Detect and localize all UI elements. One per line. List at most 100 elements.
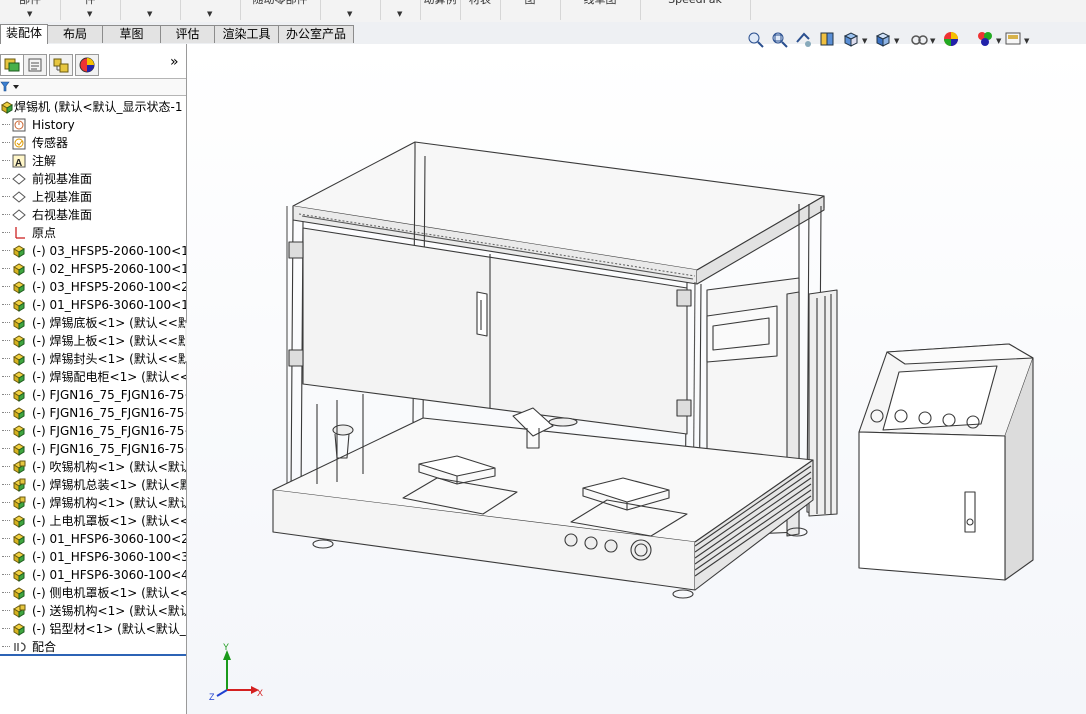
tree-item-label: (-) 焊锡底板<1> (默认<<默 — [32, 316, 186, 330]
tree-item-label: (-) 焊锡机构<1> (默认<默认 — [32, 496, 186, 510]
expand-panel-button[interactable]: » — [170, 54, 179, 70]
tree-item-label: 原点 — [32, 226, 57, 240]
tree-item[interactable]: (-) 吹锡机构<1> (默认<默认 — [0, 458, 186, 476]
chevron-down-icon[interactable]: ▼ — [397, 10, 402, 18]
panel-tabs: » — [0, 52, 186, 76]
panel-divider — [0, 654, 186, 656]
tree-item[interactable]: (-) 01_HFSP6-3060-100<3> — [0, 548, 186, 566]
tree-item[interactable]: (-) 侧电机罩板<1> (默认<< — [0, 584, 186, 602]
tree-item[interactable]: (-) 02_HFSP5-2060-100<1> — [0, 260, 186, 278]
tab-4[interactable]: 渲染工具 — [214, 25, 279, 43]
tree-item-label: (-) 01_HFSP6-3060-100<3> — [32, 550, 186, 564]
tree-item-label: 右视基准面 — [32, 208, 93, 222]
history-icon — [12, 118, 26, 132]
tree-item[interactable]: 传感器 — [0, 134, 186, 152]
tree-item-label: (-) FJGN16_75_FJGN16-75< — [32, 388, 186, 402]
ribbon-item-3[interactable]: ▼ — [180, 0, 241, 20]
tree-item[interactable]: (-) 焊锡配电柜<1> (默认<< — [0, 368, 186, 386]
plane-icon — [12, 173, 26, 185]
annotation-icon: A — [12, 154, 26, 168]
ribbon-item-6[interactable]: ▼ — [380, 0, 421, 20]
tree-item[interactable]: (-) 焊锡机构<1> (默认<默认 — [0, 494, 186, 512]
tree-item[interactable]: 原点 — [0, 224, 186, 242]
tree-item-label: (-) 焊锡机总装<1> (默认<默 — [32, 478, 186, 492]
tree-item[interactable]: (-) 03_HFSP5-2060-100<1> — [0, 242, 186, 260]
tree-item[interactable]: 焊锡机 (默认<默认_显示状态-1 — [0, 98, 186, 116]
chevron-down-icon[interactable]: ▼ — [147, 10, 152, 18]
part-icon — [13, 551, 25, 564]
ribbon-item-8[interactable]: 材表 — [460, 0, 501, 20]
tab-3[interactable]: 评估 — [160, 25, 215, 43]
tree-item[interactable]: (-) 铝型材<1> (默认<默认_显 — [0, 620, 186, 638]
tree-item[interactable]: (-) FJGN16_75_FJGN16-75< — [0, 404, 186, 422]
featuremanager-tab[interactable] — [0, 54, 24, 76]
graphics-area[interactable]: ▼ ▼ ▼ ▼ ▼ Y X Z — [187, 32, 1086, 714]
tree-item[interactable]: (-) 01_HFSP6-3060-100<1> — [0, 296, 186, 314]
chevron-down-icon[interactable]: ▼ — [347, 10, 352, 18]
tab-1[interactable]: 布局 — [47, 25, 103, 43]
tree-item[interactable]: (-) 01_HFSP6-3060-100<4> — [0, 566, 186, 584]
tree-item-label: 上视基准面 — [32, 190, 93, 204]
tree-item[interactable]: History — [0, 116, 186, 134]
tree-item-label: (-) 03_HFSP5-2060-100<2> — [32, 280, 186, 294]
tree-item[interactable]: (-) 送锡机构<1> (默认<默认 — [0, 602, 186, 620]
filter-icon[interactable] — [0, 80, 24, 94]
ribbon-item-0[interactable]: 部件 ▼ — [0, 0, 61, 20]
ribbon-item-label: 随动零部件 — [240, 0, 320, 5]
tree-item-label: (-) 02_HFSP5-2060-100<1> — [32, 262, 186, 276]
propertymanager-tab[interactable] — [23, 54, 47, 76]
tree-item-label: (-) 送锡机构<1> (默认<默认 — [32, 604, 186, 618]
filter-row — [0, 78, 186, 96]
ribbon-item-9[interactable]: 图 — [500, 0, 561, 20]
chevron-down-icon[interactable]: ▼ — [27, 10, 32, 18]
ribbon-item-7[interactable]: 动算例 — [420, 0, 461, 20]
tree-item[interactable]: (-) FJGN16_75_FJGN16-75< — [0, 440, 186, 458]
tree-item-label: 前视基准面 — [32, 172, 93, 186]
ribbon-item-4[interactable]: 随动零部件 — [240, 0, 321, 20]
part-icon — [13, 335, 25, 348]
part-icon — [13, 569, 25, 582]
ribbon-item-11[interactable]: SpeedPak — [640, 0, 751, 20]
tree-item[interactable]: (-) 焊锡封头<1> (默认<<默 — [0, 350, 186, 368]
configurationmanager-tab[interactable] — [49, 54, 73, 76]
tree-item-label: 传感器 — [32, 136, 69, 150]
tree-item[interactable]: (-) 焊锡机总装<1> (默认<默 — [0, 476, 186, 494]
tab-0[interactable]: 装配体 — [0, 24, 48, 44]
command-ribbon: 部件▼件▼▼▼随动零部件▼▼动算例材表图线草图SpeedPak — [0, 0, 1086, 23]
chevron-down-icon[interactable]: ▼ — [207, 10, 212, 18]
subassembly-icon — [13, 604, 26, 618]
tree-item[interactable]: (-) FJGN16_75_FJGN16-75< — [0, 422, 186, 440]
ribbon-item-label: SpeedPak — [640, 0, 750, 5]
ribbon-item-1[interactable]: 件▼ — [60, 0, 121, 20]
ribbon-item-5[interactable]: ▼ — [320, 0, 381, 20]
part-icon — [13, 515, 25, 528]
part-icon — [13, 299, 25, 312]
triad-y-label: Y — [223, 642, 229, 652]
tree-item[interactable]: (-) 01_HFSP6-3060-100<2> — [0, 530, 186, 548]
ribbon-item-label: 动算例 — [420, 0, 460, 5]
tab-2[interactable]: 草图 — [102, 25, 161, 43]
ribbon-item-2[interactable]: ▼ — [120, 0, 181, 20]
chevron-down-icon[interactable]: ▼ — [87, 10, 92, 18]
tab-5[interactable]: 办公室产品 — [278, 25, 354, 43]
tree-item[interactable]: A 注解 — [0, 152, 186, 170]
tree-item[interactable]: 右视基准面 — [0, 206, 186, 224]
tree-item[interactable]: (-) FJGN16_75_FJGN16-75< — [0, 386, 186, 404]
ribbon-item-10[interactable]: 线草图 — [560, 0, 641, 20]
tree-item[interactable]: 前视基准面 — [0, 170, 186, 188]
part-icon — [13, 407, 25, 420]
tree-item[interactable]: (-) 上电机罩板<1> (默认<< — [0, 512, 186, 530]
tree-item-label: (-) FJGN16_75_FJGN16-75< — [32, 442, 186, 456]
mates-icon — [14, 642, 26, 652]
ribbon-item-label: 件 — [60, 0, 120, 5]
tree-item-label: 焊锡机 (默认<默认_显示状态-1 — [14, 100, 183, 114]
tree-item[interactable]: (-) 03_HFSP5-2060-100<2> — [0, 278, 186, 296]
part-icon — [13, 533, 25, 546]
appearance-tab[interactable] — [75, 54, 99, 76]
tree-item[interactable]: (-) 焊锡上板<1> (默认<<默 — [0, 332, 186, 350]
tree-item-label: History — [32, 118, 75, 132]
tree-item-label: (-) 01_HFSP6-3060-100<1> — [32, 298, 186, 312]
tree-item[interactable]: (-) 焊锡底板<1> (默认<<默 — [0, 314, 186, 332]
tree-item-label: 注解 — [32, 154, 57, 168]
tree-item[interactable]: 上视基准面 — [0, 188, 186, 206]
